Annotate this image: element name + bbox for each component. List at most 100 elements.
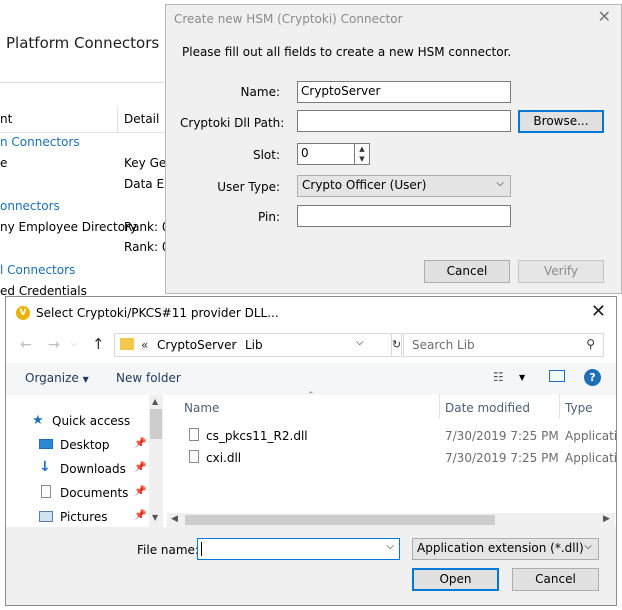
desktop-icon [39,439,53,449]
pin-icon[interactable]: 📌 [134,486,146,497]
breadcrumb-item[interactable]: CryptoServer [157,338,236,352]
organize-button[interactable]: Organize ▼ [25,371,89,385]
breadcrumb-item[interactable]: Lib [245,338,263,352]
slot-stepper[interactable]: ▲ ▼ [354,143,370,165]
scrollbar-thumb[interactable] [150,409,162,439]
table-row[interactable]: cs_pkcs11_R2.dll 7/30/2019 7:25 PM Appli… [169,424,616,444]
text-cursor [201,542,202,556]
up-arrow-icon[interactable]: ↑ [92,335,105,353]
list-item[interactable]: e [0,156,7,170]
chevron-right-icon[interactable]: ▶ [603,514,610,524]
file-type: Applicatio [565,429,616,443]
title-divider [0,82,166,83]
preview-pane-icon[interactable] [549,370,565,382]
page-title: Platform Connectors [6,34,160,52]
dll-file-icon [189,428,199,441]
chevron-down-icon: ⌵ [496,178,504,189]
new-folder-button[interactable]: New folder [116,371,181,385]
cancel-button[interactable]: Cancel [424,260,510,283]
dialog-footer: File name: ⌵ Application extension (*.dl… [6,527,616,605]
pin-icon[interactable]: 📌 [134,438,146,449]
table-row[interactable]: cxi.dll 7/30/2019 7:25 PM Applicatio [169,446,616,466]
navigation-pane: ★ Quick access Desktop 📌 ↓ Downloads 📌 D… [6,395,164,527]
star-icon: ★ [32,413,44,428]
dialog-title: Create new HSM (Cryptoki) Connector [174,12,403,26]
sidebar-item-pictures[interactable]: Pictures [60,510,108,524]
column-separator [117,106,118,132]
chevron-down-icon[interactable]: ▼ [355,154,369,164]
group-header[interactable]: l Connectors [0,263,75,277]
file-list-scrollbar[interactable]: ◀ ▶ [167,513,615,527]
dialog-title: Select Cryptoki/PKCS#11 provider DLL... [36,306,279,320]
column-header-left[interactable]: nt [0,112,12,126]
search-input[interactable]: Search Lib ⚲ [403,333,604,357]
name-label: Name: [240,85,280,99]
pin-field[interactable] [297,205,511,227]
help-icon[interactable]: ? [584,369,601,386]
column-header-name[interactable]: Name [184,401,219,415]
address-bar[interactable]: « CryptoServer › Lib ⌵ [114,333,392,357]
folder-icon [120,338,134,350]
sidebar-item-desktop[interactable]: Desktop [60,438,110,452]
file-name-input[interactable]: ⌵ [197,538,400,560]
group-header[interactable]: onnectors [0,199,60,213]
pin-icon[interactable]: 📌 [134,510,146,521]
open-button[interactable]: Open [412,568,499,591]
chevron-down-icon[interactable]: ⌵ [356,337,364,348]
chevron-up-icon[interactable]: ▲ [152,397,158,406]
download-icon: ↓ [39,459,51,475]
file-date: 7/30/2019 7:25 PM [445,429,559,443]
file-name-label: File name: [137,543,199,557]
refresh-icon[interactable]: ↻ [392,333,402,357]
slot-field[interactable]: 0 [297,143,355,165]
chevron-down-icon[interactable]: ⌵ [386,541,394,552]
back-arrow-icon[interactable]: ← [20,337,32,353]
list-item-detail: Rank: 0 [124,240,170,254]
view-options-icon[interactable]: ☷ [493,370,504,384]
user-type-select[interactable]: Crypto Officer (User) ⌵ [297,175,511,197]
forward-arrow-icon[interactable]: → [48,337,60,353]
organize-label: Organize [25,371,79,385]
pictures-icon [39,511,53,522]
pin-icon[interactable]: 📌 [134,462,146,473]
column-header-detail[interactable]: Detail [124,112,159,126]
chevron-down-icon[interactable]: ▼ [152,513,158,522]
column-separator [559,395,560,419]
sort-indicator-icon: ⌃ [307,391,315,401]
file-type-select[interactable]: Application extension (*.dll) ⌵ [412,538,599,560]
column-header-type[interactable]: Type [565,401,593,415]
sidebar-item-downloads[interactable]: Downloads [60,462,126,476]
chevron-down-icon: ⌵ [584,541,592,552]
close-icon[interactable]: ✕ [598,7,611,26]
verify-button[interactable]: Verify [518,260,604,283]
recent-locations-icon[interactable]: ⌵ [71,339,77,349]
search-icon[interactable]: ⚲ [586,337,595,351]
document-icon [41,485,51,498]
file-date: 7/30/2019 7:25 PM [445,451,559,465]
file-name: cs_pkcs11_R2.dll [206,429,308,443]
column-header-divider [0,132,166,133]
scrollbar-thumb[interactable] [185,515,495,525]
file-name: cxi.dll [206,451,242,465]
name-field[interactable]: CryptoServer [297,81,511,103]
file-type-value: Application extension (*.dll) [417,541,584,555]
cancel-button[interactable]: Cancel [512,568,599,591]
chevron-down-icon[interactable]: ▼ [519,373,525,382]
chevron-up-icon[interactable]: ▲ [355,144,369,154]
pin-label: Pin: [258,210,280,224]
tree-scrollbar[interactable]: ▲ ▼ [149,395,163,527]
group-header[interactable]: n Connectors [0,135,80,149]
list-item[interactable]: ny Employee Directory [0,220,137,234]
breadcrumb-overflow[interactable]: « [141,338,148,352]
slot-label: Slot: [252,148,280,162]
chevron-left-icon[interactable]: ◀ [171,514,178,524]
close-icon[interactable]: ✕ [591,301,606,322]
dll-path-field[interactable] [297,110,511,132]
sidebar-item-quick-access[interactable]: Quick access [52,414,130,428]
chevron-right-icon[interactable]: › [231,337,236,351]
browse-button[interactable]: Browse... [518,110,604,133]
dll-path-label: Cryptoki Dll Path: [180,116,285,130]
column-header-date[interactable]: Date modified [445,401,530,415]
sidebar-item-documents[interactable]: Documents [60,486,128,500]
hsm-connector-dialog: Create new HSM (Cryptoki) Connector ✕ Pl… [165,4,622,294]
